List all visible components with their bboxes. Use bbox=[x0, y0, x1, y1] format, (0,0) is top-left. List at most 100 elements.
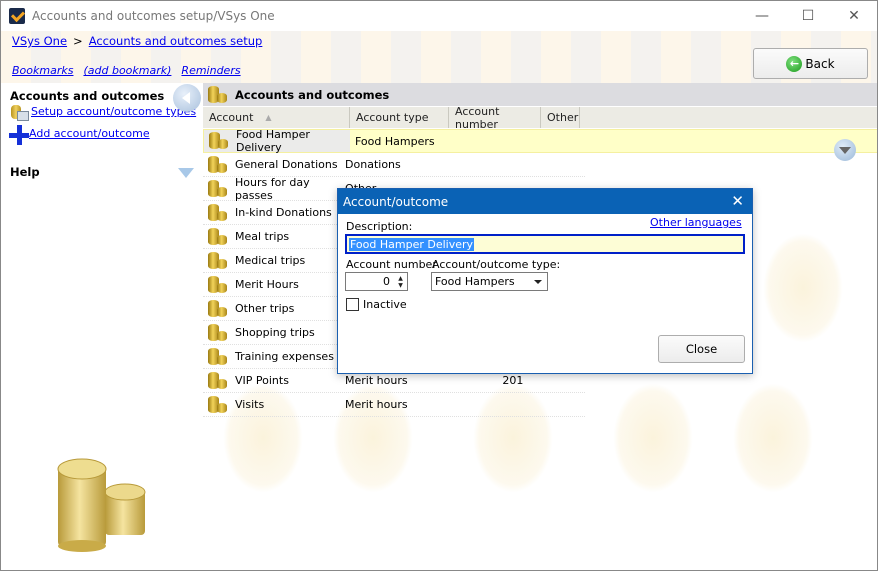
column-account-number[interactable]: Account number bbox=[449, 105, 541, 131]
description-input[interactable]: Food Hamper Delivery bbox=[345, 234, 745, 254]
cell-account-number: 201 bbox=[502, 374, 524, 387]
sort-ascending-icon: ▲ bbox=[265, 113, 272, 122]
account-name: Visits bbox=[235, 398, 265, 411]
column-other[interactable]: Other bbox=[541, 107, 580, 128]
account-outcome-dialog: Account/outcome ✕ Description: Other lan… bbox=[337, 188, 753, 374]
sidebar: Accounts and outcomes Setup account/outc… bbox=[1, 83, 203, 570]
dropdown-arrow-icon bbox=[534, 280, 542, 284]
funnel-icon bbox=[839, 146, 851, 154]
close-window-button[interactable]: ✕ bbox=[831, 1, 877, 31]
account-name: Hours for day passes bbox=[235, 175, 310, 202]
table-row[interactable]: General Donations Donations bbox=[203, 153, 585, 177]
coins-icon bbox=[208, 227, 228, 246]
cell-account: VIP Points bbox=[203, 369, 340, 392]
cell-account: Other trips bbox=[203, 297, 340, 320]
other-languages-link[interactable]: Other languages bbox=[650, 216, 742, 229]
coins-illustration-icon bbox=[57, 458, 146, 552]
coins-window-icon bbox=[11, 105, 29, 121]
account-name: Food Hamper Delivery bbox=[236, 128, 310, 154]
coins-icon bbox=[208, 395, 228, 414]
coins-icon bbox=[208, 251, 228, 270]
bookmarks-link[interactable]: Bookmarks bbox=[12, 64, 73, 77]
account-name: In-kind Donations bbox=[235, 206, 332, 219]
help-expand-icon[interactable] bbox=[178, 168, 194, 178]
coins-icon bbox=[208, 85, 228, 104]
cell-account: Food Hamper Delivery bbox=[204, 128, 350, 154]
sidebar-section-title: Accounts and outcomes bbox=[10, 89, 165, 103]
back-arrow-icon: ← bbox=[786, 55, 803, 72]
cell-account: Merit Hours bbox=[203, 273, 340, 296]
coins-icon bbox=[209, 132, 229, 150]
cell-account-type: Food Hampers bbox=[355, 134, 435, 148]
cell-account-type: Merit hours bbox=[345, 374, 408, 387]
coins-icon bbox=[208, 323, 228, 342]
dialog-title-bar: Account/outcome ✕ bbox=[338, 189, 752, 214]
account-name: General Donations bbox=[235, 158, 338, 171]
panel-title: Accounts and outcomes bbox=[235, 87, 390, 102]
account-name: VIP Points bbox=[235, 374, 289, 387]
back-label: Back bbox=[805, 56, 835, 71]
title-bar: Accounts and outcomes setup/VSys One — ☐… bbox=[1, 1, 877, 31]
type-select[interactable]: Food Hampers bbox=[431, 272, 548, 291]
account-name: Other trips bbox=[235, 302, 295, 315]
help-heading[interactable]: Help bbox=[10, 165, 40, 179]
stepper-arrows-icon[interactable]: ▲ ▼ bbox=[394, 273, 407, 290]
account-name: Merit Hours bbox=[235, 278, 299, 291]
setup-types-label[interactable]: Setup account/outcome types bbox=[31, 105, 196, 118]
inactive-checkbox[interactable]: Inactive bbox=[346, 298, 407, 311]
breadcrumb: VSys One > Accounts and outcomes setup bbox=[12, 34, 262, 48]
coins-icon bbox=[208, 203, 228, 222]
column-header-row: Account ▲ Account type Account number Ot… bbox=[203, 105, 877, 131]
bookmark-bar: Bookmarks (add bookmark) Reminders bbox=[12, 64, 241, 77]
dialog-close-button[interactable]: Close bbox=[658, 335, 745, 363]
add-account-label[interactable]: Add account/outcome bbox=[29, 127, 150, 140]
maximize-button[interactable]: ☐ bbox=[785, 1, 831, 31]
column-account-label: Account bbox=[209, 111, 254, 124]
window-title: Accounts and outcomes setup/VSys One bbox=[32, 9, 275, 23]
app-window: Accounts and outcomes setup/VSys One — ☐… bbox=[0, 0, 878, 571]
account-number-value: 0 bbox=[383, 275, 390, 288]
cell-account: Medical trips bbox=[203, 249, 340, 272]
description-value: Food Hamper Delivery bbox=[349, 237, 475, 251]
coins-icon bbox=[208, 347, 228, 366]
account-number-stepper[interactable]: 0 ▲ ▼ bbox=[345, 272, 408, 291]
account-name: Medical trips bbox=[235, 254, 306, 267]
description-label: Description: bbox=[346, 220, 413, 233]
panel-header: Accounts and outcomes bbox=[203, 83, 877, 106]
setup-types-link[interactable]: Setup account/outcome types bbox=[11, 105, 196, 121]
breadcrumb-accounts-setup[interactable]: Accounts and outcomes setup bbox=[89, 34, 263, 48]
account-name: Meal trips bbox=[235, 230, 290, 243]
cell-account: Meal trips bbox=[203, 225, 340, 248]
app-logo-icon bbox=[9, 8, 25, 24]
add-account-link[interactable]: Add account/outcome bbox=[9, 125, 150, 145]
inactive-label: Inactive bbox=[363, 298, 407, 311]
breadcrumb-vsys-one[interactable]: VSys One bbox=[12, 34, 67, 48]
checkbox-icon[interactable] bbox=[346, 298, 359, 311]
dialog-close-icon[interactable]: ✕ bbox=[731, 192, 744, 210]
table-row[interactable]: Visits Merit hours bbox=[203, 393, 585, 417]
cell-account: Training expenses bbox=[203, 345, 340, 368]
plus-icon bbox=[9, 125, 29, 145]
type-label: Account/outcome type: bbox=[432, 258, 561, 271]
add-bookmark-link[interactable]: (add bookmark) bbox=[83, 64, 171, 77]
account-name: Training expenses bbox=[235, 350, 334, 363]
coins-icon bbox=[208, 155, 228, 174]
column-account[interactable]: Account ▲ bbox=[203, 107, 350, 128]
reminders-link[interactable]: Reminders bbox=[181, 64, 240, 77]
minimize-button[interactable]: — bbox=[739, 1, 785, 31]
coins-icon bbox=[208, 371, 228, 390]
cell-account: Visits bbox=[203, 393, 340, 416]
back-button[interactable]: ← Back bbox=[753, 48, 868, 79]
filter-button[interactable] bbox=[834, 139, 856, 161]
collapse-sidebar-button[interactable] bbox=[173, 84, 201, 112]
cell-account-type: Donations bbox=[345, 158, 401, 171]
column-account-type[interactable]: Account type bbox=[350, 107, 449, 128]
table-row[interactable]: Food Hamper Delivery Food Hampers bbox=[203, 128, 877, 154]
cell-account: Shopping trips bbox=[203, 321, 340, 344]
column-account-type-label: Account type bbox=[356, 111, 429, 124]
account-number-label: Account number bbox=[346, 258, 437, 271]
account-name: Shopping trips bbox=[235, 326, 315, 339]
cell-account: General Donations bbox=[203, 153, 340, 176]
coins-icon bbox=[208, 179, 228, 198]
coins-icon bbox=[208, 275, 228, 294]
